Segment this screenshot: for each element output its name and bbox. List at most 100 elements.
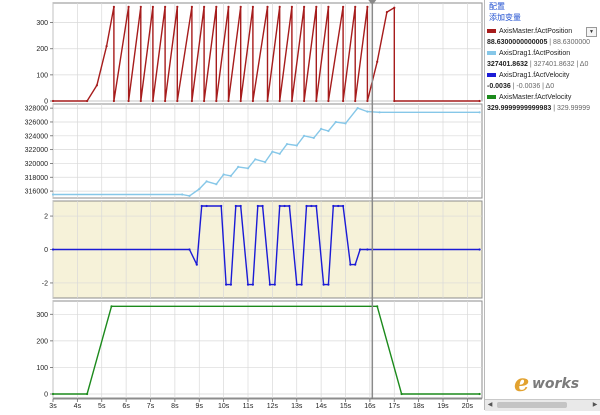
- signal-entry-master-position[interactable]: AxisMaster.fActPosition ▼ 88.63000000000…: [485, 26, 600, 48]
- data-point: [266, 5, 269, 8]
- data-point: [478, 248, 481, 251]
- chart-panel-1: 0 100 200 300: [36, 2, 483, 106]
- dropdown-arrow-icon[interactable]: ▼: [586, 27, 597, 37]
- value-details: | -0.0036 | Δ0: [512, 83, 555, 90]
- series-name: AxisMaster.fActPosition: [499, 28, 573, 35]
- data-point: [86, 392, 89, 396]
- legend-row[interactable]: AxisMaster.fActPosition ▼: [487, 26, 600, 37]
- data-point: [261, 204, 264, 208]
- data-point: [164, 99, 167, 103]
- data-point: [198, 187, 201, 191]
- series-name: AxisDrag1.fActPosition: [499, 50, 571, 57]
- data-point: [327, 5, 330, 8]
- signal-entry-drag-velocity[interactable]: AxisDrag1.fActVelocity -0.0036 | -0.0036…: [485, 70, 600, 92]
- data-point: [342, 5, 345, 8]
- data-point: [400, 392, 403, 396]
- scroll-right-icon[interactable]: ▶: [590, 400, 600, 411]
- signal-entry-drag-position[interactable]: AxisDrag1.fActPosition 327401.8632 | 327…: [485, 48, 600, 70]
- data-point: [239, 5, 242, 8]
- current-value: 329.9999999999983: [487, 105, 552, 112]
- add-variable-link[interactable]: 添加变量: [485, 12, 600, 23]
- data-point: [229, 283, 232, 286]
- x-tick-label: 20s: [462, 403, 474, 410]
- eworks-logo: e works: [512, 370, 598, 398]
- data-point: [225, 283, 228, 286]
- data-point: [273, 283, 276, 286]
- x-tick-label: 13s: [291, 403, 303, 410]
- y-tick-label: 328000: [25, 106, 48, 113]
- legend-row[interactable]: AxisDrag1.fActVelocity: [487, 70, 600, 81]
- data-point: [278, 204, 281, 208]
- data-point: [220, 204, 223, 208]
- y-tick-label: 300: [36, 20, 48, 27]
- series-swatch: [487, 73, 496, 78]
- data-point: [254, 158, 257, 161]
- data-point: [256, 204, 259, 208]
- charts-svg[interactable]: 0100200300316000318000320000322000324000…: [0, 0, 484, 410]
- value-details: | 329.99999: [553, 105, 591, 112]
- data-point: [288, 204, 291, 208]
- current-value: 327401.8632: [487, 61, 528, 68]
- data-point: [95, 84, 98, 87]
- signal-entry-master-velocity[interactable]: AxisMaster.fActVelocity 329.999999999998…: [485, 92, 600, 114]
- value-details: | 88.6300000: [549, 39, 591, 46]
- legend-row[interactable]: AxisMaster.fActVelocity: [487, 92, 600, 103]
- data-point: [190, 99, 193, 103]
- y-tick-label: 324000: [25, 133, 48, 140]
- x-tick-label: 11s: [243, 403, 254, 410]
- data-point: [295, 283, 298, 286]
- data-point: [139, 99, 142, 103]
- value-details: | 327401.8632 | Δ0: [529, 61, 589, 68]
- data-point: [200, 204, 203, 208]
- value-row: -0.0036 | -0.0036 | Δ0: [487, 81, 600, 92]
- data-point: [127, 99, 130, 103]
- horizontal-scrollbar[interactable]: ◀ ▶: [485, 399, 600, 411]
- data-point: [181, 193, 184, 196]
- value-row: 327401.8632 | 327401.8632 | Δ0: [487, 59, 600, 70]
- y-tick-label: 300: [36, 312, 48, 319]
- data-point: [354, 263, 357, 266]
- data-point: [315, 99, 318, 103]
- data-point: [139, 5, 142, 8]
- data-point: [376, 60, 379, 63]
- data-point: [164, 5, 167, 8]
- data-point: [366, 248, 369, 251]
- x-tick-label: 19s: [437, 403, 449, 410]
- data-point: [151, 5, 154, 8]
- data-point: [251, 283, 254, 286]
- data-point: [190, 5, 193, 8]
- data-point: [322, 283, 325, 286]
- data-point: [478, 99, 481, 103]
- legend-row[interactable]: AxisDrag1.fActPosition: [487, 48, 600, 59]
- data-point: [203, 5, 206, 8]
- plot-area[interactable]: 0 100 200 300 316000 318000 320000 322000 324000…: [0, 0, 484, 410]
- data-point: [271, 150, 274, 153]
- scroll-thumb[interactable]: [497, 402, 567, 408]
- data-point: [303, 134, 306, 137]
- y-tick-label: 100: [36, 365, 48, 372]
- data-point: [205, 180, 208, 183]
- data-point: [342, 204, 345, 208]
- data-point: [215, 183, 218, 186]
- data-point: [251, 99, 254, 103]
- data-point: [188, 194, 191, 197]
- current-value: -0.0036: [487, 83, 511, 90]
- x-tick-label: 6s: [122, 403, 130, 410]
- data-point: [264, 161, 267, 164]
- data-point: [127, 5, 130, 8]
- data-point: [268, 283, 271, 286]
- data-point: [112, 99, 115, 103]
- x-tick-label: 18s: [413, 403, 425, 410]
- data-point: [215, 99, 218, 103]
- data-point: [300, 283, 303, 286]
- data-point: [303, 99, 306, 103]
- data-point: [342, 99, 345, 103]
- y-tick-label: 0: [44, 99, 48, 106]
- config-link[interactable]: 配置: [485, 1, 600, 12]
- x-tick-label: 9s: [196, 403, 204, 410]
- data-point: [176, 5, 179, 8]
- data-point: [327, 283, 330, 286]
- data-point: [320, 127, 323, 130]
- scroll-left-icon[interactable]: ◀: [485, 400, 495, 411]
- data-point: [295, 144, 298, 147]
